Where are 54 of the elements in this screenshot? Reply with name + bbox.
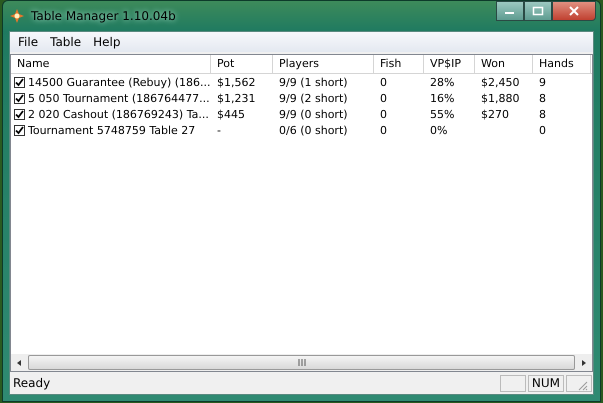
table-cell: 5 050 Tournament (186764477... — [28, 92, 210, 104]
table-cell: - — [217, 124, 221, 136]
checkbox[interactable] — [14, 124, 25, 136]
table-cell: 8 — [539, 92, 546, 104]
table-cell: 9/9 (2 short) — [279, 92, 348, 104]
close-button[interactable] — [552, 1, 596, 21]
status-text: Ready — [12, 376, 52, 390]
column-header[interactable]: Fish — [374, 55, 424, 73]
checkbox[interactable] — [14, 108, 25, 120]
table-cell: $1,562 — [217, 76, 256, 88]
table-cell: 9/9 (1 short) — [279, 76, 348, 88]
window-title: Table Manager 1.10.04b — [31, 9, 177, 23]
table-cell: 0 — [380, 124, 387, 136]
table-cell: 0 — [380, 92, 387, 104]
table-cell: 0 — [539, 124, 546, 136]
table-cell: 9/9 (0 short) — [279, 108, 348, 120]
column-header[interactable]: Won — [475, 55, 533, 73]
column-header[interactable]: VP$IP — [424, 55, 475, 73]
table-cell: 55% — [430, 108, 454, 120]
minimize-button[interactable] — [496, 1, 524, 21]
column-header[interactable]: Players — [273, 55, 374, 73]
star-icon — [9, 8, 25, 24]
resize-grip-icon[interactable] — [566, 374, 592, 392]
maximize-button[interactable] — [524, 1, 552, 21]
column-header[interactable]: Pot — [211, 55, 273, 73]
close-icon — [568, 6, 580, 16]
column-header[interactable]: Hands — [533, 55, 591, 73]
menu-item[interactable]: File — [12, 35, 44, 49]
menu-item[interactable]: Table — [44, 35, 88, 49]
table-cell: 2 020 Cashout (186769243) Ta... — [28, 108, 209, 120]
table-cell: 8 — [539, 108, 546, 120]
table-cell: 9 — [539, 76, 546, 88]
checkbox[interactable] — [14, 92, 25, 104]
column-header[interactable]: Name — [11, 55, 211, 73]
table-cell: $270 — [481, 108, 509, 120]
table-cell: 0/6 (0 short) — [279, 124, 348, 136]
scroll-thumb[interactable] — [28, 355, 575, 370]
table-cell: 0 — [380, 108, 387, 120]
table-cell: Tournament 5748759 Table 27 — [28, 124, 196, 136]
horizontal-scrollbar[interactable] — [11, 354, 592, 371]
table-cell: $2,450 — [481, 76, 520, 88]
table-cell: 0 — [380, 76, 387, 88]
checkbox[interactable] — [14, 76, 25, 88]
table-cell: $1,880 — [481, 92, 520, 104]
table-cell: $445 — [217, 108, 245, 120]
status-indicator: NUM — [528, 374, 564, 392]
table-cell: 16% — [430, 92, 454, 104]
maximize-icon — [532, 6, 544, 16]
table-cell: 14500 Guarantee (Rebuy) (186... — [28, 76, 211, 88]
menu-item[interactable]: Help — [87, 35, 126, 49]
table-cell: 28% — [430, 76, 454, 88]
table-cell: $1,231 — [217, 92, 256, 104]
table-cell: 0% — [430, 124, 448, 136]
status-pane — [500, 374, 526, 392]
